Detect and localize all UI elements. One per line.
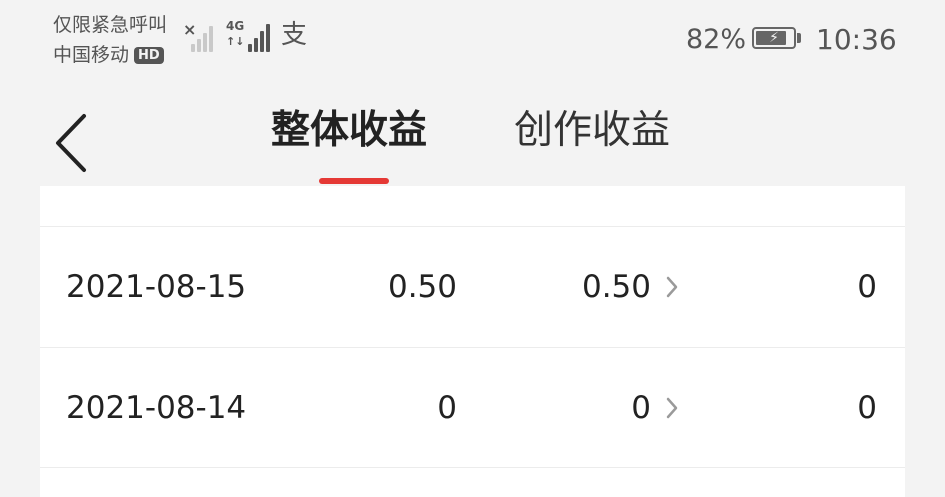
charging-icon: ⚡ xyxy=(769,30,779,46)
back-button[interactable] xyxy=(48,110,98,176)
active-tab-indicator xyxy=(319,178,389,184)
emergency-only-text: 仅限紧急呼叫 xyxy=(53,14,168,36)
row-date: 2021-08-15 xyxy=(66,269,247,305)
row-other-earnings: 0 xyxy=(857,269,877,305)
table-row[interactable]: 2021-08-15 0.50 0.50 0 xyxy=(40,227,905,347)
row-creation-earnings[interactable]: 0 xyxy=(631,348,651,468)
network-type-label: 4G xyxy=(226,19,245,33)
tab-overall-earnings[interactable]: 整体收益 xyxy=(271,104,427,158)
carrier-name: 中国移动 xyxy=(53,44,130,66)
hd-badge: HD xyxy=(134,46,164,64)
chevron-right-icon[interactable] xyxy=(665,396,679,420)
clock: 10:36 xyxy=(816,23,897,56)
row-total-earnings: 0 xyxy=(437,390,457,426)
row-other-earnings: 0 xyxy=(857,390,877,426)
signal-strength-icon-2: 4G ↑↓ xyxy=(226,20,272,52)
carrier-line-2: 中国移动 HD xyxy=(53,40,167,70)
battery-percent: 82% xyxy=(686,24,747,55)
earnings-table: 2021-08-15 0.50 0.50 0 2021-08-14 0 0 0 xyxy=(40,186,905,497)
row-total-earnings: 0.50 xyxy=(387,269,457,305)
back-arrow-icon xyxy=(56,114,86,172)
row-creation-earnings[interactable]: 0.50 xyxy=(582,227,651,347)
status-bar: 仅限紧急呼叫 中国移动 HD × 4G ↑↓ 支 82% ⚡ 10:36 xyxy=(0,0,945,80)
row-divider xyxy=(40,467,905,468)
data-activity-icon: ↑↓ xyxy=(226,35,245,48)
table-row[interactable]: 2021-08-14 0 0 0 xyxy=(40,348,905,468)
battery-cap xyxy=(797,33,801,43)
tab-creation-earnings[interactable]: 创作收益 xyxy=(514,104,670,158)
signal-strength-icon-1 xyxy=(187,24,215,52)
chevron-right-icon[interactable] xyxy=(665,275,679,299)
row-date: 2021-08-14 xyxy=(66,390,247,426)
alipay-icon: 支 xyxy=(281,20,308,50)
battery-icon: ⚡ xyxy=(752,27,796,49)
carrier-line-1: 仅限紧急呼叫 xyxy=(53,10,167,40)
carrier-info: 仅限紧急呼叫 中国移动 HD xyxy=(53,10,167,70)
